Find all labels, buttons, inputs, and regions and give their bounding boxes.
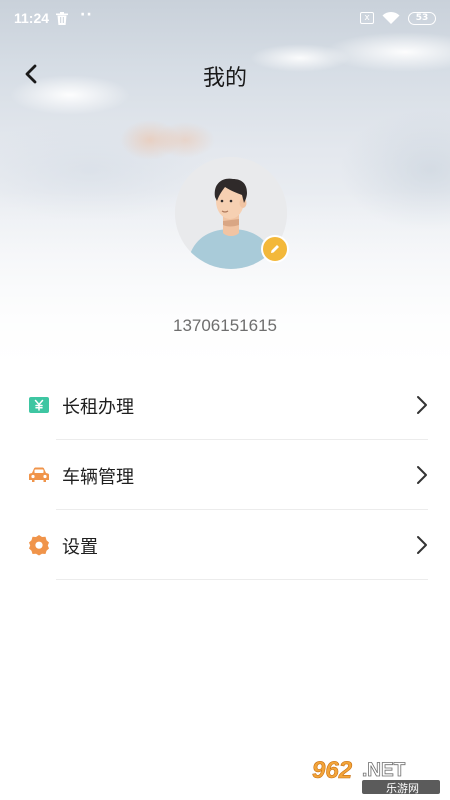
svg-text:乐游网: 乐游网 <box>386 782 419 795</box>
divider <box>56 579 428 580</box>
svg-text:962: 962 <box>312 757 353 784</box>
trash-icon <box>56 12 68 25</box>
wifi-icon <box>382 11 400 24</box>
menu-item-label: 车辆管理 <box>62 467 134 488</box>
profile-screen: 11:24 ·· x 53 我的 13706151615 长租办理 车辆管理 设… <box>0 0 450 800</box>
site-watermark-logo: 962 .NET 乐游网 <box>306 752 444 796</box>
yen-card-icon <box>29 397 49 413</box>
status-time: 11:24 <box>14 10 50 26</box>
menu-item-vehicle-management[interactable]: 车辆管理 <box>0 440 450 510</box>
menu-list: 长租办理 车辆管理 设置 <box>0 370 450 580</box>
phone-number: 13706151615 <box>172 316 277 335</box>
car-icon <box>29 467 49 482</box>
edit-avatar-button[interactable] <box>261 235 289 263</box>
menu-item-label: 长租办理 <box>62 397 134 418</box>
chevron-right-icon <box>417 536 427 554</box>
gear-icon <box>29 535 49 556</box>
battery-indicator: 53 <box>408 11 436 25</box>
menu-item-long-term-rental[interactable]: 长租办理 <box>0 370 450 440</box>
menu-item-label: 设置 <box>62 537 98 558</box>
status-indicators: x 53 <box>360 11 436 25</box>
pencil-icon <box>271 245 279 253</box>
chevron-right-icon <box>417 466 427 484</box>
nav-header: 我的 <box>0 52 450 96</box>
notification-dots: ·· <box>80 7 93 23</box>
page-title: 我的 <box>202 66 247 91</box>
menu-item-settings[interactable]: 设置 <box>0 510 450 580</box>
avatar-container[interactable] <box>175 157 289 269</box>
status-bar: 11:24 ·· x 53 <box>0 0 450 38</box>
svg-text:.NET: .NET <box>362 760 406 781</box>
chevron-right-icon <box>417 396 427 414</box>
no-sim-icon: x <box>360 12 374 24</box>
